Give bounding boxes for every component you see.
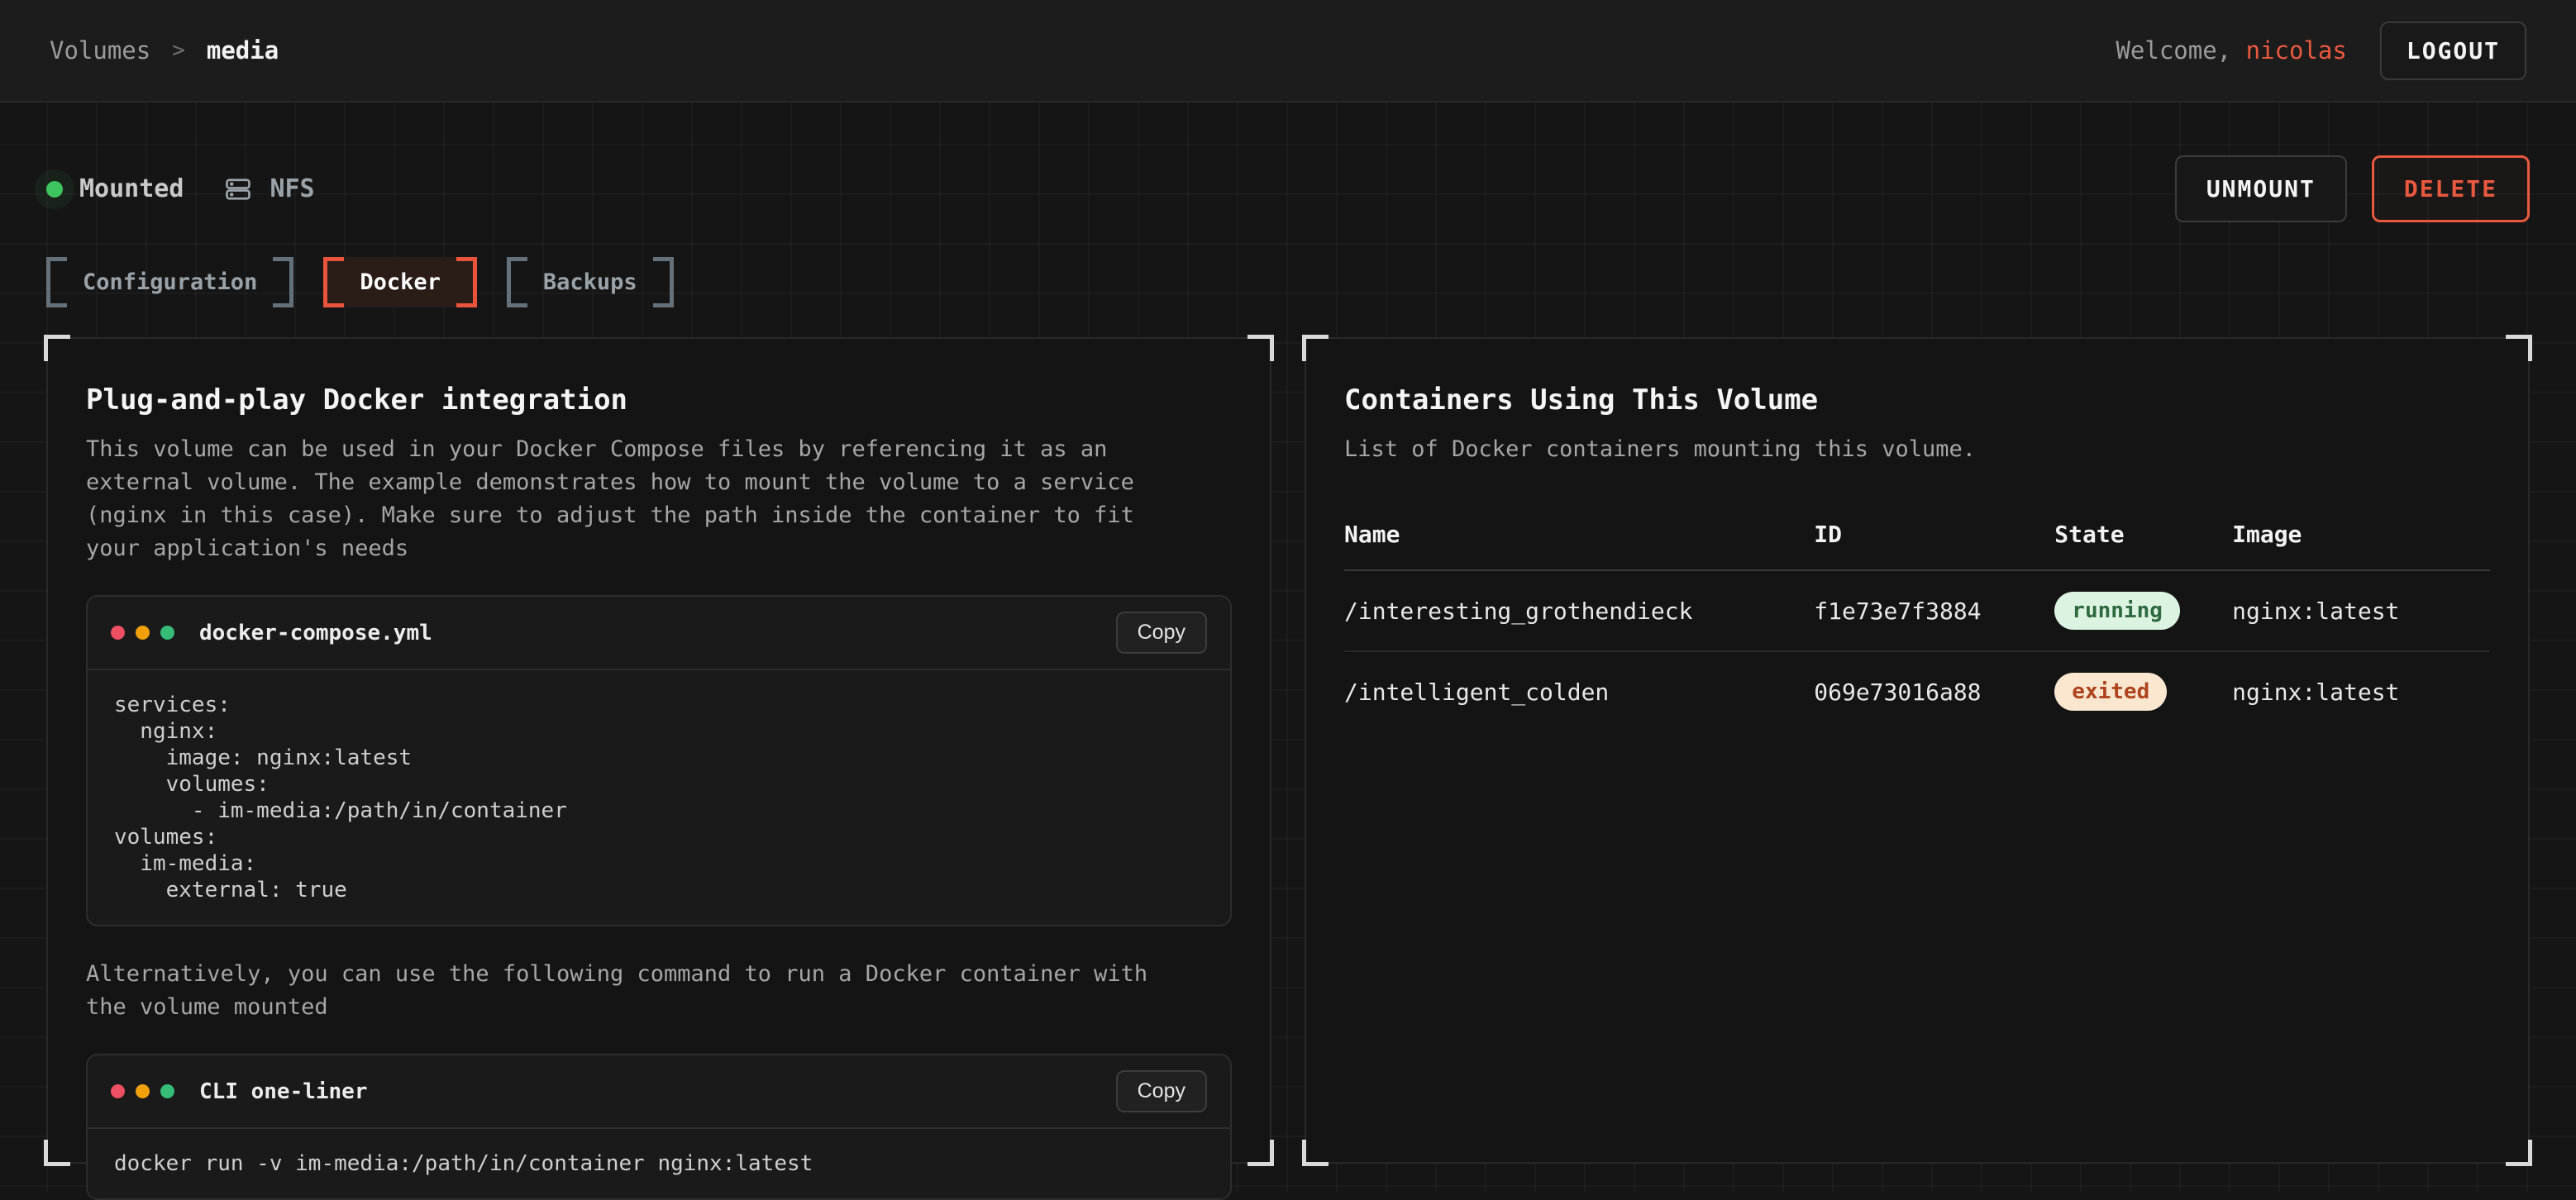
welcome-prefix: Welcome, <box>2116 36 2231 64</box>
green-dot-icon <box>160 626 174 640</box>
corner-bracket-icon <box>2506 335 2532 361</box>
copy-compose-button[interactable]: Copy <box>1116 612 1207 654</box>
chevron-right-icon: > <box>172 38 185 63</box>
main-content: Mounted NFS UNMOUNT DELETE Configuration… <box>0 102 2576 1192</box>
delete-button[interactable]: DELETE <box>2372 155 2530 222</box>
container-state: exited <box>2054 651 2232 731</box>
corner-bracket-icon <box>1247 335 1274 361</box>
breadcrumb-current-volume: media <box>207 36 279 64</box>
cli-code-header: CLI one-liner Copy <box>88 1055 1230 1129</box>
status-badge: exited <box>2054 673 2167 711</box>
container-image: nginx:latest <box>2232 570 2490 651</box>
container-name: /interesting_grothendieck <box>1344 570 1814 651</box>
red-dot-icon <box>111 626 125 640</box>
topbar: Volumes > media Welcome, nicolas LOGOUT <box>0 0 2576 102</box>
server-stack-icon <box>223 174 253 204</box>
logout-button[interactable]: LOGOUT <box>2380 21 2526 80</box>
column-header-state: State <box>2054 504 2232 570</box>
compose-filename: docker-compose.yml <box>199 621 432 645</box>
table-row: /interesting_grothendieck f1e73e7f3884 r… <box>1344 570 2490 651</box>
cli-intro-text: Alternatively, you can use the following… <box>86 958 1185 1024</box>
container-image: nginx:latest <box>2232 651 2490 731</box>
column-header-image: Image <box>2232 504 2490 570</box>
status-badge: running <box>2054 592 2180 630</box>
corner-bracket-icon <box>1247 1140 1274 1166</box>
containers-panel-subtitle: List of Docker containers mounting this … <box>1344 433 2444 466</box>
red-dot-icon <box>111 1084 125 1098</box>
compose-code-card: docker-compose.yml Copy services: nginx:… <box>86 595 1232 926</box>
volume-actions: UNMOUNT DELETE <box>2175 155 2530 222</box>
docker-integration-panel: Plug-and-play Docker integration This vo… <box>46 337 1271 1164</box>
container-name: /intelligent_colden <box>1344 651 1814 731</box>
corner-bracket-icon <box>2506 1140 2532 1166</box>
copy-cli-button[interactable]: Copy <box>1116 1070 1207 1112</box>
breadcrumb: Volumes > media <box>50 36 279 64</box>
traffic-light-dots-icon <box>111 626 174 640</box>
container-id: f1e73e7f3884 <box>1814 570 2054 651</box>
green-dot-icon <box>160 1084 174 1098</box>
compose-code-body: services: nginx: image: nginx:latest vol… <box>88 670 1230 925</box>
docker-panel-title: Plug-and-play Docker integration <box>86 383 1232 417</box>
corner-bracket-icon <box>1302 335 1329 361</box>
column-header-name: Name <box>1344 504 1814 570</box>
mount-status: Mounted <box>46 174 184 203</box>
tab-configuration[interactable]: Configuration <box>46 257 293 307</box>
username: nicolas <box>2246 36 2347 64</box>
compose-code-header: docker-compose.yml Copy <box>88 597 1230 670</box>
containers-table: Name ID State Image /interesting_grothen… <box>1344 504 2490 731</box>
filesystem-type-label: NFS <box>270 174 314 203</box>
panels-row: Plug-and-play Docker integration This vo… <box>46 337 2530 1164</box>
yellow-dot-icon <box>136 1084 150 1098</box>
cli-code-card: CLI one-liner Copy docker run -v im-medi… <box>86 1054 1232 1200</box>
container-state: running <box>2054 570 2232 651</box>
tab-docker[interactable]: Docker <box>323 257 477 307</box>
corner-bracket-icon <box>44 335 70 361</box>
tab-bar: Configuration Docker Backups <box>46 257 2530 307</box>
traffic-light-dots-icon <box>111 1084 174 1098</box>
mounted-status-dot-icon <box>46 181 63 198</box>
yellow-dot-icon <box>136 626 150 640</box>
table-row: /intelligent_colden 069e73016a88 exited … <box>1344 651 2490 731</box>
containers-panel: Containers Using This Volume List of Doc… <box>1305 337 2530 1164</box>
column-header-id: ID <box>1814 504 2054 570</box>
mount-status-label: Mounted <box>79 174 184 203</box>
docker-panel-description: This volume can be used in your Docker C… <box>86 433 1185 565</box>
filesystem-type: NFS <box>223 174 314 204</box>
breadcrumb-volumes-link[interactable]: Volumes <box>50 36 150 64</box>
cli-title: CLI one-liner <box>199 1079 368 1104</box>
cli-code-body: docker run -v im-media:/path/in/containe… <box>88 1129 1230 1198</box>
tab-backups[interactable]: Backups <box>507 257 674 307</box>
corner-bracket-icon <box>1302 1140 1329 1166</box>
welcome-text: Welcome, nicolas <box>2116 36 2346 64</box>
unmount-button[interactable]: UNMOUNT <box>2175 155 2347 222</box>
container-id: 069e73016a88 <box>1814 651 2054 731</box>
table-header-row: Name ID State Image <box>1344 504 2490 570</box>
topbar-right: Welcome, nicolas LOGOUT <box>2116 21 2526 80</box>
containers-panel-title: Containers Using This Volume <box>1344 383 2490 417</box>
status-row: Mounted NFS UNMOUNT DELETE <box>46 155 2530 222</box>
corner-bracket-icon <box>44 1140 70 1166</box>
